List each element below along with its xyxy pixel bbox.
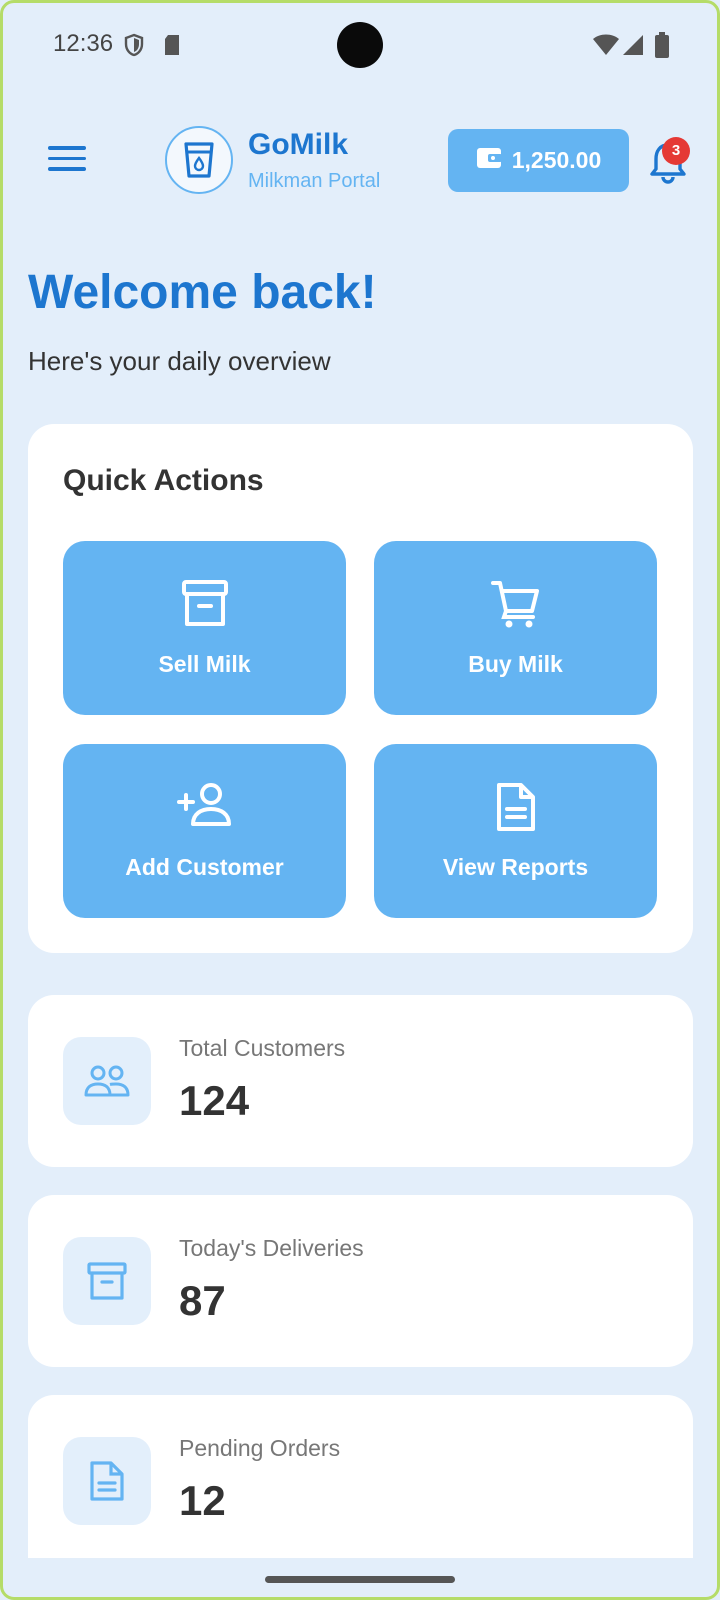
sd-card-icon	[162, 33, 182, 62]
sell-milk-label: Sell Milk	[158, 651, 251, 677]
quick-actions-card: Quick Actions Sell Milk Buy Milk Add Cus…	[28, 424, 693, 953]
person-add-icon	[63, 782, 346, 834]
sell-milk-button[interactable]: Sell Milk	[63, 541, 346, 715]
hamburger-menu-icon[interactable]	[48, 146, 92, 178]
welcome-subtitle: Here's your daily overview	[28, 346, 331, 376]
front-camera	[337, 22, 383, 68]
quick-actions-title: Quick Actions	[63, 464, 264, 497]
stat-value: 12	[179, 1477, 226, 1524]
total-customers-card[interactable]: Total Customers 124	[28, 995, 693, 1167]
view-reports-button[interactable]: View Reports	[374, 744, 657, 918]
stat-label: Today's Deliveries	[179, 1235, 364, 1261]
wallet-balance-button[interactable]: 1,250.00	[448, 129, 629, 192]
wallet-balance: 1,250.00	[511, 147, 602, 173]
document-icon	[63, 1437, 151, 1525]
buy-milk-button[interactable]: Buy Milk	[374, 541, 657, 715]
todays-deliveries-card[interactable]: Today's Deliveries 87	[28, 1195, 693, 1367]
stat-label: Total Customers	[179, 1035, 346, 1061]
battery-icon	[655, 32, 669, 63]
stat-value: 87	[179, 1277, 226, 1324]
app-header: GoMilk Milkman Portal 1,250.00 3	[0, 110, 720, 210]
wallet-icon	[476, 146, 502, 176]
brand-name: GoMilk	[248, 128, 349, 161]
home-indicator[interactable]	[265, 1576, 455, 1583]
brand-subtitle: Milkman Portal	[248, 170, 381, 192]
status-time: 12:36	[53, 30, 114, 57]
buy-milk-label: Buy Milk	[468, 651, 563, 677]
people-icon	[63, 1037, 151, 1125]
pending-orders-card[interactable]: Pending Orders 12	[28, 1395, 693, 1558]
milk-glass-icon	[165, 126, 233, 194]
cellular-signal-icon	[622, 34, 644, 61]
status-bar: 12:36	[0, 0, 720, 90]
archive-box-icon	[63, 1237, 151, 1325]
archive-box-icon	[63, 579, 346, 631]
wifi-icon	[592, 34, 620, 61]
view-reports-label: View Reports	[442, 854, 589, 880]
stat-label: Pending Orders	[179, 1435, 341, 1461]
shield-icon	[124, 33, 144, 62]
shopping-cart-icon	[374, 579, 657, 631]
add-customer-label: Add Customer	[125, 854, 284, 880]
notification-badge: 3	[662, 137, 690, 165]
welcome-title: Welcome back!	[28, 266, 377, 319]
document-icon	[374, 782, 657, 834]
add-customer-button[interactable]: Add Customer	[63, 744, 346, 918]
stat-value: 124	[179, 1077, 250, 1124]
